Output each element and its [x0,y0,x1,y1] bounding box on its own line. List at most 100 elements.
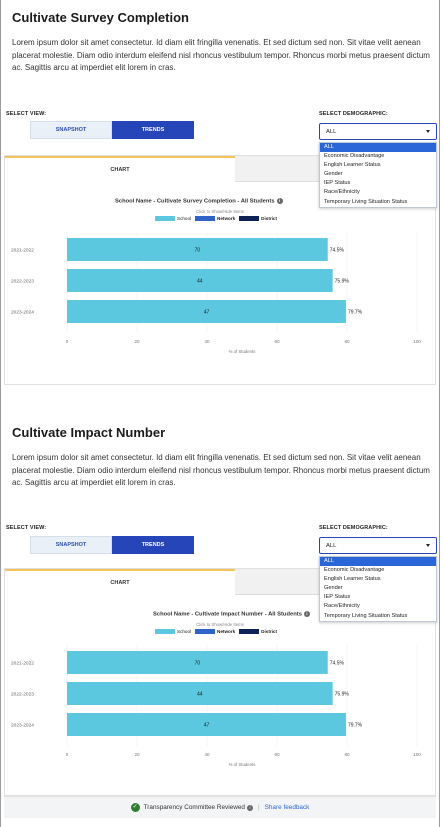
legend-item[interactable]: Network [195,629,236,635]
demographic-option[interactable]: Gender [320,584,436,593]
category-label: 2023-2024 [11,310,34,316]
select-view-label: SELECT VIEW: [6,111,47,117]
section-description: Lorem ipsum dolor sit amet consectetur. … [12,38,430,72]
chart-legend: School Network District [155,629,277,635]
tab-chart[interactable]: CHART [5,569,235,595]
chart-title-text: School Name - Cultivate Impact Number - … [153,611,302,618]
category-label: 2023-2024 [11,723,34,729]
legend-swatch [155,216,175,222]
check-circle-icon: ✓ [130,803,140,812]
page: Cultivate Survey Completion Lorem ipsum … [0,0,443,827]
legend-hint: Click to Show/Hide Items [196,209,244,214]
x-tick-label: 0 [66,339,69,344]
legend-label: District [261,216,277,221]
legend-item[interactable]: School [155,216,192,222]
legend-item[interactable]: District [239,216,277,222]
demographic-option[interactable]: ALL [320,557,436,567]
trends-button[interactable]: TRENDS [112,536,194,554]
x-tick-label: 40 [204,339,210,344]
trends-button[interactable]: TRENDS [112,121,194,139]
info-icon[interactable]: i [303,611,310,617]
x-tick-label: 100 [413,752,421,757]
bar-chart: 2021-2022 70 74.5% 2022-2023 44 75.9% 2023-202… [11,232,421,354]
category-label: 2021-2022 [11,248,34,254]
select-view-label: SELECT VIEW: [6,525,47,531]
x-axis-label: % of Students [229,762,256,767]
demographic-option[interactable]: IEP Status [320,593,436,602]
review-status-text: Transparency Committee Reviewed [143,804,245,811]
x-tick-label: 0 [66,752,69,757]
legend-swatch [195,629,216,635]
demographic-selected-value: ALL [326,542,337,549]
bar-end-label: 79.7% [348,310,363,316]
x-tick-label: 60 [274,339,280,344]
x-tick-label: 20 [134,752,140,757]
x-tick-label: 40 [204,752,210,757]
bar-inner-label: 70 [195,248,201,254]
bar-end-label: 74.5% [330,661,345,667]
bar-end-label: 75.9% [335,279,350,285]
view-toggle: SNAPSHOT TRENDS [30,536,194,554]
legend-label: Network [217,216,236,221]
demographic-dropdown-menu: ALL Economic Disadvantage English Learne… [319,556,437,622]
demographic-selected-value: ALL [326,128,337,135]
info-icon[interactable]: i [246,804,253,811]
caret-down-icon [426,544,430,547]
demographic-option[interactable]: Race/Ethnicity [320,188,436,197]
bar-end-label: 75.9% [335,692,350,698]
legend-label: Network [217,629,236,634]
bar-inner-label: 47 [204,310,210,316]
snapshot-button[interactable]: SNAPSHOT [30,121,112,139]
legend-label: School [177,216,192,221]
demographic-option[interactable]: Economic Disadvantage [320,566,436,575]
demographic-option[interactable]: English Learner Status [320,161,436,170]
snapshot-button[interactable]: SNAPSHOT [30,536,112,554]
share-feedback-link[interactable]: Share feedback [265,804,310,811]
caret-down-icon [426,130,430,133]
survey-completion-section: Cultivate Survey Completion Lorem ipsum … [4,0,437,390]
legend-label: School [177,629,192,634]
section-title: Cultivate Impact Number [12,425,166,440]
demographic-option[interactable]: Temporary Living Situation Status [320,198,436,207]
select-demographic-label: SELECT DEMOGRAPHIC: [319,111,388,117]
demographic-option[interactable]: IEP Status [320,179,436,188]
tab-chart[interactable]: CHART [5,156,235,182]
chart-title: School Name - Cultivate Survey Completio… [115,198,283,205]
x-tick-label: 100 [413,339,421,344]
demographic-option[interactable]: Race/Ethnicity [320,602,436,611]
bar-inner-label: 47 [204,723,210,729]
demographic-select[interactable]: ALL [319,537,437,554]
view-toggle: SNAPSHOT TRENDS [30,121,194,139]
bar-chart: 2021-2022 70 74.5% 2022-2023 44 75.9% 2023-202… [11,645,421,767]
demographic-option[interactable]: Gender [320,170,436,179]
legend-swatch [239,629,260,635]
legend-swatch [239,216,260,222]
demographic-option[interactable]: ALL [320,143,436,153]
category-label: 2022-2023 [11,692,34,698]
chart-title-text: School Name - Cultivate Survey Completio… [115,198,275,205]
bar-end-label: 79.7% [348,723,363,729]
section-title: Cultivate Survey Completion [12,10,189,25]
info-icon[interactable]: i [276,198,283,204]
transparency-footer: ✓ Transparency Committee Reviewed i | Sh… [4,796,436,818]
legend-item[interactable]: School [155,629,192,635]
footer-separator: | [257,804,260,811]
legend-item[interactable]: Network [195,216,236,222]
category-label: 2022-2023 [11,279,34,285]
bar-inner-label: 44 [197,692,203,698]
demographic-option[interactable]: Temporary Living Situation Status [320,612,436,621]
demographic-select[interactable]: ALL [319,123,437,140]
legend-item[interactable]: District [239,629,277,635]
legend-swatch [195,216,216,222]
x-tick-label: 80 [344,752,350,757]
legend-label: District [261,629,277,634]
demographic-option[interactable]: English Learner Status [320,575,436,584]
x-tick-label: 80 [344,339,350,344]
legend-swatch [155,629,175,635]
x-axis-label: % of Students [229,349,256,354]
chart-legend: School Network District [155,216,277,222]
bar-inner-label: 70 [195,661,201,667]
demographic-dropdown-menu: ALL Economic Disadvantage English Learne… [319,142,437,208]
demographic-option[interactable]: Economic Disadvantage [320,152,436,161]
select-demographic-label: SELECT DEMOGRAPHIC: [319,525,388,531]
